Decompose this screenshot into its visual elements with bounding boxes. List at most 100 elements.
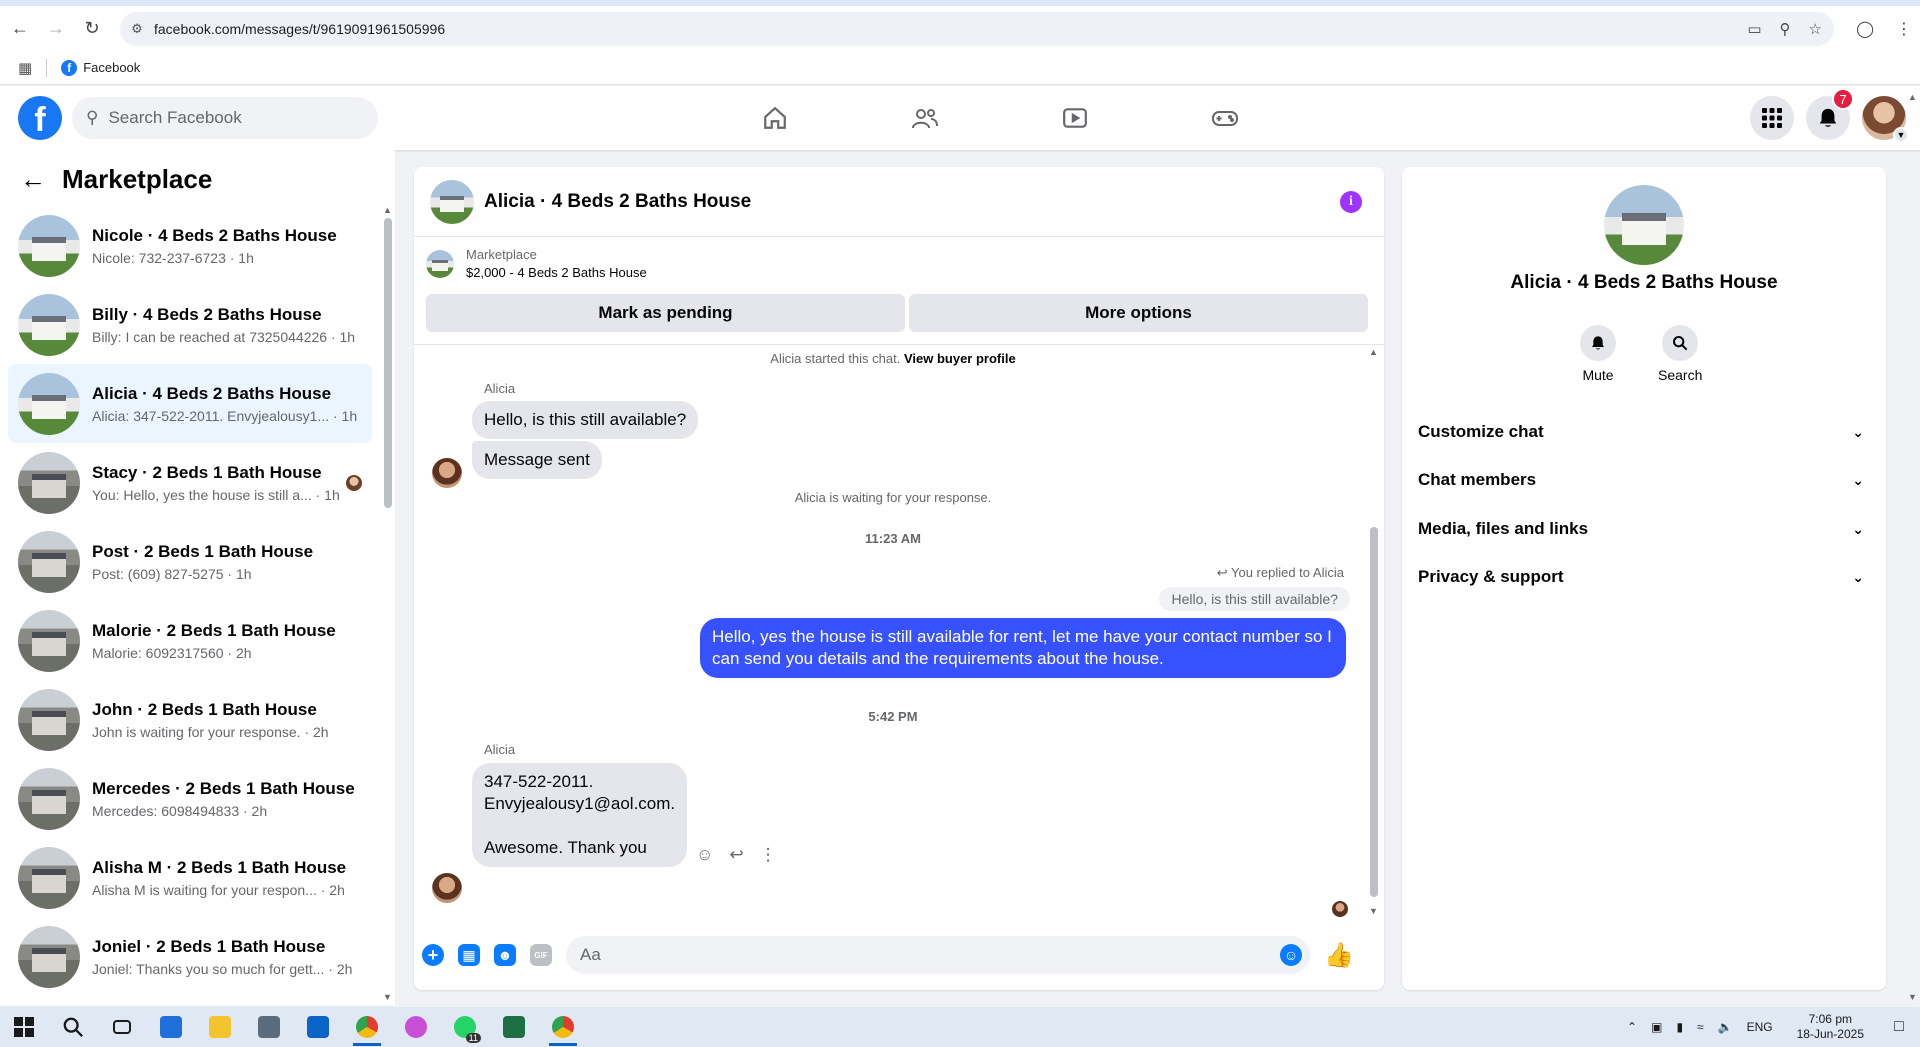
emoji-icon[interactable]: ☺ — [1280, 944, 1302, 966]
conversation-item[interactable]: Malorie · 2 Beds 1 Bath House Malorie: 60… — [8, 601, 372, 680]
message-input[interactable]: Aa ☺ — [566, 936, 1310, 974]
thumbs-up-icon[interactable]: 👍 — [1324, 941, 1354, 970]
home-tab[interactable] — [700, 86, 850, 150]
gaming-icon — [1212, 111, 1238, 126]
conversation-item[interactable]: Mercedes · 2 Beds 1 Bath House Mercedes: … — [8, 759, 372, 838]
incoming-message[interactable]: Hello, is this still available? — [472, 401, 699, 439]
reload-icon[interactable]: ↻ — [76, 13, 108, 45]
install-app-icon[interactable]: ▭ — [1747, 20, 1761, 38]
scroll-up-arrow-icon[interactable]: ▲ — [383, 205, 392, 215]
file-explorer-icon[interactable] — [200, 1007, 240, 1047]
task-view-icon[interactable] — [102, 1007, 142, 1047]
store-icon[interactable] — [151, 1007, 191, 1047]
bookmark-star-icon[interactable]: ☆ — [1809, 20, 1822, 38]
notifications-button[interactable]: 7 — [1806, 88, 1854, 140]
conversation-item[interactable]: Stacy · 2 Beds 1 Bath House You: Hello, y… — [8, 443, 372, 522]
photo-icon[interactable]: ▦ — [458, 944, 480, 966]
privacy-support-section[interactable]: Privacy & support ⌄ — [1418, 557, 1870, 597]
taskbar-search-icon[interactable] — [53, 1007, 93, 1047]
reply-icon[interactable]: ↩ — [729, 845, 743, 865]
chat-profile-thumbnail[interactable] — [1604, 185, 1684, 265]
scroll-down-arrow-icon[interactable]: ▼ — [383, 992, 392, 1002]
chevron-up-icon[interactable]: ⌃ — [1627, 1020, 1637, 1034]
notification-center-icon[interactable]: □ — [1878, 1018, 1920, 1036]
conversation-item[interactable]: Nicole · 4 Beds 2 Baths House Nicole: 732… — [8, 206, 372, 285]
outgoing-message[interactable]: Hello, yes the house is still available … — [700, 618, 1346, 678]
menu-grid-button[interactable] — [1750, 96, 1794, 140]
plus-icon[interactable]: + — [422, 944, 444, 966]
conversation-item[interactable]: Post · 2 Beds 1 Bath House Post: (609) 82… — [8, 522, 372, 601]
site-info-icon[interactable]: ⚙ — [120, 21, 154, 37]
whatsapp-icon[interactable]: 11 — [445, 1007, 485, 1047]
sticker-icon[interactable]: ☻ — [494, 944, 516, 966]
sender-avatar[interactable] — [432, 458, 462, 488]
chat-scrollbar[interactable] — [1370, 527, 1378, 897]
gif-icon[interactable]: GIF — [530, 944, 552, 966]
clock[interactable]: 7:06 pm 18-Jun-2025 — [1797, 1012, 1864, 1042]
mark-as-pending-button[interactable]: Mark as pending — [426, 294, 905, 332]
language-indicator[interactable]: ENG — [1747, 1020, 1773, 1034]
more-options-button[interactable]: More options — [909, 294, 1368, 332]
page-scroll-up-icon[interactable]: ▲ — [1908, 92, 1917, 102]
gaming-tab[interactable] — [1150, 86, 1300, 150]
more-vertical-icon[interactable]: ⋮ — [760, 845, 777, 865]
volume-icon[interactable]: 🔈 — [1718, 1020, 1733, 1034]
conversation-item[interactable]: Alisha M · 2 Beds 1 Bath House Alisha M i… — [8, 838, 372, 917]
conversation-item-active[interactable]: Alicia · 4 Beds 2 Baths House Alicia: 347… — [8, 364, 372, 443]
wifi-icon[interactable]: ≈ — [1697, 1020, 1704, 1034]
profile-icon[interactable]: ◯ — [1856, 19, 1874, 39]
react-smiley-icon[interactable]: ☺ — [696, 845, 713, 865]
forward-arrow-icon[interactable]: → — [40, 13, 72, 45]
back-arrow-icon[interactable]: ← — [20, 164, 46, 195]
facebook-search-input[interactable]: ⚲ Search Facebook — [72, 97, 378, 139]
video-tab[interactable] — [1000, 86, 1150, 150]
whatsapp-badge: 11 — [465, 1033, 481, 1043]
customize-chat-section[interactable]: Customize chat ⌄ — [1418, 412, 1870, 452]
media-files-links-section[interactable]: Media, files and links ⌄ — [1418, 509, 1870, 549]
zoom-icon[interactable]: ⚲ — [1780, 20, 1791, 38]
conversation-title: Alicia · 4 Beds 2 Baths House — [92, 383, 332, 403]
chrome-icon-2[interactable] — [543, 1007, 583, 1047]
chrome-icon[interactable] — [347, 1007, 387, 1047]
sender-avatar[interactable] — [432, 873, 462, 903]
address-bar[interactable]: ⚙ facebook.com/messages/t/96190919615059… — [120, 12, 1834, 46]
conversation-item[interactable]: John · 2 Beds 1 Bath House John is waitin… — [8, 680, 372, 759]
listing-thumbnail — [426, 249, 454, 278]
meet-now-icon[interactable]: ▣ — [1651, 1020, 1662, 1034]
scroll-down-arrow-icon[interactable]: ▼ — [1369, 906, 1378, 916]
conversation-preview: John is waiting for your response. · 2h — [92, 723, 329, 740]
battery-icon[interactable]: ▮ — [1676, 1020, 1683, 1034]
account-avatar[interactable]: ▼ — [1862, 96, 1909, 143]
url-text[interactable]: facebook.com/messages/t/9619091961505996 — [154, 21, 445, 37]
incoming-message[interactable]: Message sent — [472, 441, 602, 479]
chat-members-section[interactable]: Chat members ⌄ — [1418, 460, 1870, 500]
calculator-icon[interactable] — [249, 1007, 289, 1047]
listing-summary[interactable]: Marketplace $2,000 - 4 Beds 2 Baths Hous… — [426, 247, 647, 280]
page-scroll-down-icon[interactable]: ▼ — [1908, 992, 1917, 1002]
apps-grid-icon[interactable]: ▦ — [18, 59, 32, 77]
snipping-tool-icon[interactable] — [396, 1007, 436, 1047]
timestamp: 5:42 PM — [868, 709, 918, 724]
search-in-chat-button[interactable]: Search — [1658, 325, 1702, 383]
facebook-logo-icon[interactable]: f — [18, 96, 62, 140]
chat-avatar[interactable] — [430, 179, 474, 224]
mute-button[interactable]: Mute — [1580, 325, 1616, 383]
view-buyer-profile-link[interactable]: View buyer profile — [904, 351, 1016, 366]
outlook-icon[interactable] — [298, 1007, 338, 1047]
browser-menu-icon[interactable]: ⋮ — [1896, 19, 1912, 39]
conversation-item[interactable]: Joniel · 2 Beds 1 Bath House Joniel: Than… — [8, 917, 372, 996]
friends-tab[interactable] — [850, 86, 1000, 150]
chat-title[interactable]: Alicia · 4 Beds 2 Baths House — [484, 191, 751, 213]
sidebar-scrollbar[interactable] — [384, 218, 392, 508]
message-actions: ☺ ↩ ⋮ — [696, 845, 777, 865]
back-arrow-icon[interactable]: ← — [4, 13, 36, 45]
bookmark-facebook[interactable]: f Facebook — [61, 59, 140, 76]
replied-message-quote[interactable]: Hello, is this still available? — [1159, 587, 1350, 611]
conversation-item[interactable]: Billy · 4 Beds 2 Baths House Billy: I can… — [8, 285, 372, 364]
incoming-message[interactable]: 347-522-2011. Envyjealousy1@aol.com. Awe… — [472, 763, 688, 867]
chevron-down-icon: ⌄ — [1852, 520, 1864, 537]
scroll-up-arrow-icon[interactable]: ▲ — [1369, 347, 1378, 357]
start-button[interactable] — [4, 1007, 44, 1047]
excel-icon[interactable] — [494, 1007, 534, 1047]
info-icon[interactable]: i — [1340, 191, 1362, 213]
